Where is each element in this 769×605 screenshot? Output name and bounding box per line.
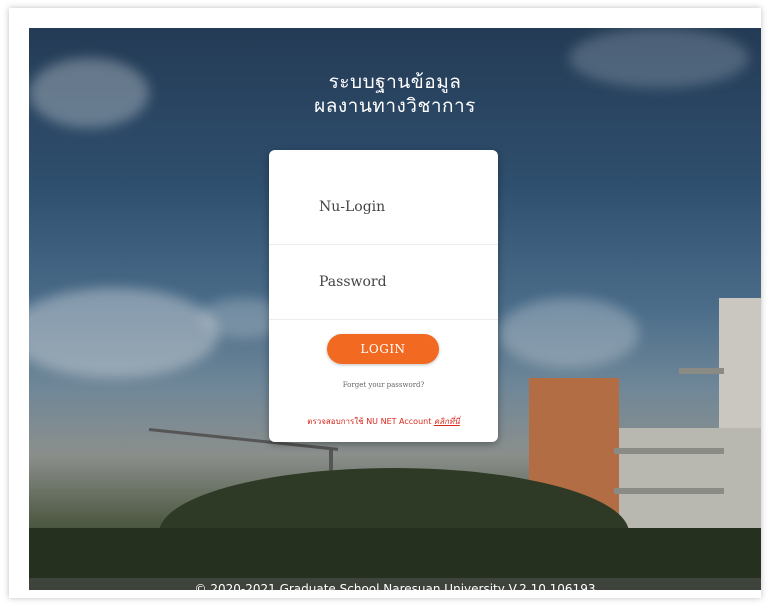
cloud <box>499 298 639 368</box>
username-input[interactable] <box>319 170 489 244</box>
login-button[interactable]: LOGIN <box>327 334 439 364</box>
login-card: LOGIN Forget your password? ตรวจสอบการใช… <box>269 150 498 442</box>
forgot-password-link[interactable]: Forget your password? <box>269 381 498 389</box>
title-line-2: ผลงานทางวิชาการ <box>314 95 476 117</box>
verify-link[interactable]: คลิกที่นี่ <box>434 417 460 426</box>
username-field <box>269 170 498 245</box>
verify-account-text: ตรวจสอบการใช้ NU NET Account คลิกที่นี่ <box>269 415 498 428</box>
page-title: ระบบฐานข้อมูล ผลงานทางวิชาการ <box>29 70 761 118</box>
title-line-1: ระบบฐานข้อมูล <box>328 71 462 93</box>
building-balcony <box>679 368 724 374</box>
footer: © 2020-2021 Graduate School Naresuan Uni… <box>29 578 761 590</box>
cloud <box>29 288 219 378</box>
background-photo: ระบบฐานข้อมูล ผลงานทางวิชาการ LOGIN Forg… <box>29 28 761 590</box>
password-field <box>269 245 498 320</box>
building-balcony <box>614 448 724 454</box>
footer-text: © 2020-2021 Graduate School Naresuan Uni… <box>194 582 596 590</box>
building-balcony <box>614 488 724 494</box>
verify-label: ตรวจสอบการใช้ NU NET Account <box>307 417 432 426</box>
password-input[interactable] <box>319 245 489 319</box>
